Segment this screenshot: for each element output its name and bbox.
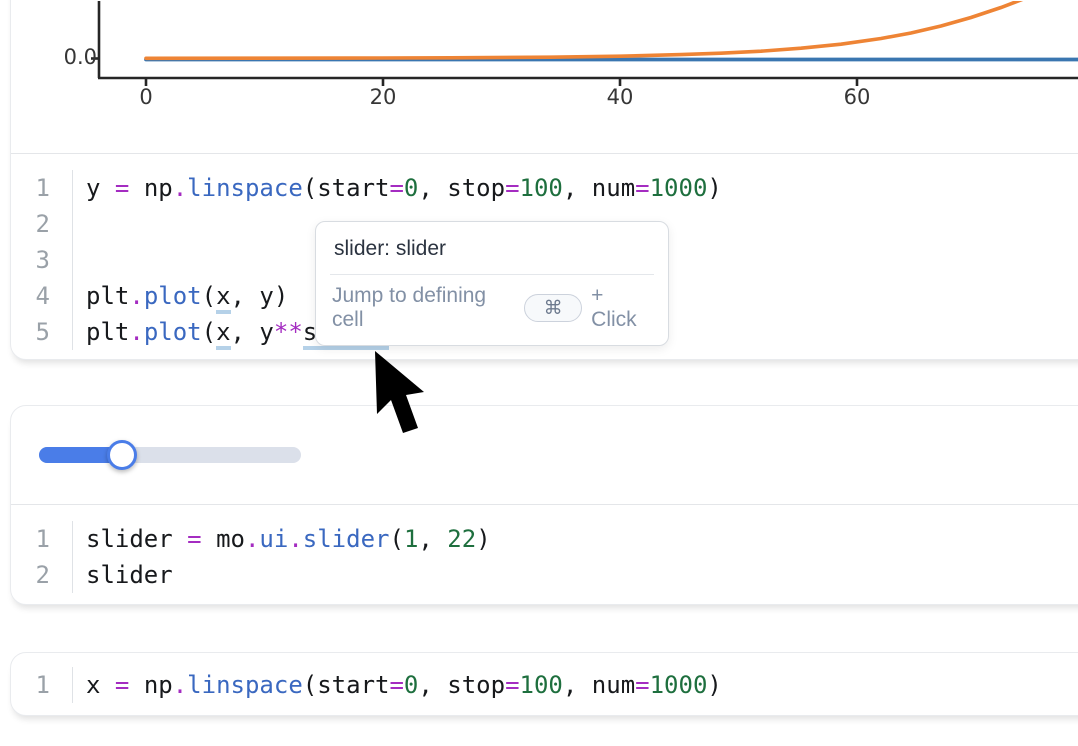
line-number: 1 xyxy=(11,521,72,557)
y-axis-tick-label: 0.0 xyxy=(51,45,97,69)
slider-thumb[interactable] xyxy=(107,440,137,470)
chart-canvas xyxy=(11,1,1078,153)
variable-tooltip: slider: slider Jump to defining cell ⌘ +… xyxy=(315,221,669,346)
line-number: 5 xyxy=(11,314,72,350)
cell-x: 1x = np.linspace(start=0, stop=100, num=… xyxy=(10,652,1078,716)
code-line[interactable]: 1y = np.linspace(start=0, stop=100, num=… xyxy=(11,170,1078,206)
line-number: 1 xyxy=(11,667,72,703)
plot-output: 0.0 0 20 40 60 xyxy=(11,0,1078,153)
slider-output xyxy=(11,406,1078,504)
line-number: 2 xyxy=(11,557,72,593)
line-number: 2 xyxy=(11,206,72,242)
cross-cell-variable[interactable]: x xyxy=(216,318,230,350)
code-line[interactable]: 1x = np.linspace(start=0, stop=100, num=… xyxy=(11,667,1078,703)
line-number: 3 xyxy=(11,242,72,278)
matplotlib-chart: 0.0 0 20 40 60 xyxy=(11,1,1078,153)
x-axis-tick-label: 60 xyxy=(844,85,871,109)
code-line[interactable]: 1slider = mo.ui.slider(1, 22) xyxy=(11,521,1078,557)
tooltip-title: slider: slider xyxy=(316,222,668,274)
code-line[interactable]: 2slider xyxy=(11,557,1078,593)
code-text[interactable] xyxy=(72,206,86,242)
code-text[interactable]: y = np.linspace(start=0, stop=100, num=1… xyxy=(72,170,722,206)
notebook-page: 0.0 0204060 1y = np.linspace(start=0, st… xyxy=(0,0,1078,746)
cross-cell-variable[interactable]: x xyxy=(216,282,230,314)
code-text[interactable]: x = np.linspace(start=0, stop=100, num=1… xyxy=(72,667,722,703)
code-editor-x[interactable]: 1x = np.linspace(start=0, stop=100, num=… xyxy=(11,653,1078,717)
x-axis-tick-label: 0 xyxy=(139,85,152,109)
code-text[interactable]: plt.plot(x, y) xyxy=(72,278,288,314)
x-axis-tick-label: 40 xyxy=(607,85,634,109)
x-axis-tick-label: 20 xyxy=(370,85,397,109)
tooltip-click-hint: + Click xyxy=(591,284,652,332)
jump-to-defining-cell-action[interactable]: Jump to defining cell xyxy=(332,284,515,332)
command-key-icon: ⌘ xyxy=(524,294,582,322)
code-text[interactable]: slider = mo.ui.slider(1, 22) xyxy=(72,521,491,557)
code-editor-slider[interactable]: 1slider = mo.ui.slider(1, 22)2slider xyxy=(11,505,1078,606)
line-number: 1 xyxy=(11,170,72,206)
code-text[interactable]: slider xyxy=(72,557,173,593)
line-number: 4 xyxy=(11,278,72,314)
slider-track[interactable] xyxy=(39,447,301,463)
cell-slider: 1slider = mo.ui.slider(1, 22)2slider xyxy=(10,405,1078,605)
code-text[interactable] xyxy=(72,242,86,278)
